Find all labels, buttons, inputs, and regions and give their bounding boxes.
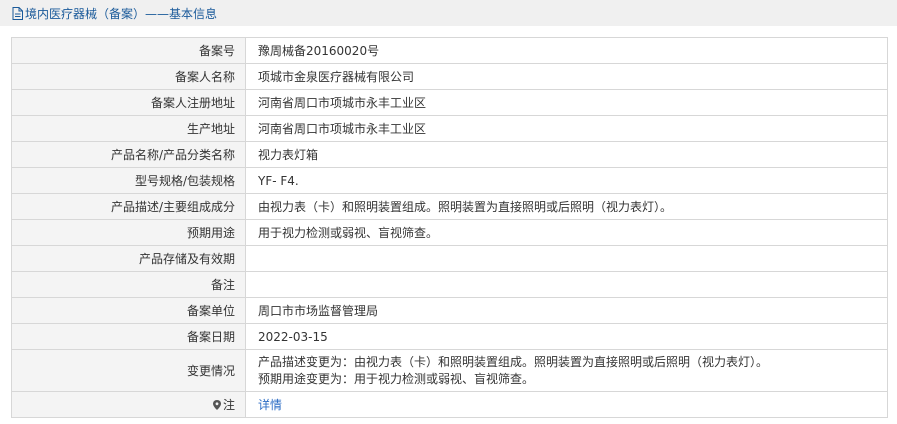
row-value: 豫周械备20160020号 bbox=[258, 44, 380, 58]
row-label: 产品描述/主要组成成分 bbox=[12, 194, 246, 219]
note-row: 注 详情 bbox=[12, 392, 887, 418]
info-table: 备案号 豫周械备20160020号 备案人名称 项城市金泉医疗器械有限公司 备案… bbox=[11, 37, 888, 418]
table-row: 备案人注册地址 河南省周口市项城市永丰工业区 bbox=[12, 90, 887, 116]
row-value bbox=[246, 246, 887, 271]
changes-line-description: 产品描述变更为：由视力表（卡）和照明装置组成。照明装置为直接照明或后照明（视力表… bbox=[258, 354, 769, 369]
row-label: 备案号 bbox=[12, 38, 246, 63]
changes-line-usage: 预期用途变更为：用于视力检测或弱视、盲视筛查。 bbox=[258, 371, 535, 386]
table-row: 产品描述/主要组成成分 由视力表（卡）和照明装置组成。照明装置为直接照明或后照明… bbox=[12, 194, 887, 220]
changes-label: 变更情况 bbox=[12, 350, 246, 391]
row-value: 周口市市场监督管理局 bbox=[258, 304, 379, 318]
changes-value: 产品描述变更为：由视力表（卡）和照明装置组成。照明装置为直接照明或后照明（视力表… bbox=[246, 350, 887, 391]
row-label: 备案人注册地址 bbox=[12, 90, 246, 115]
table-row: 型号规格/包装规格 YF- F4. bbox=[12, 168, 887, 194]
row-label: 生产地址 bbox=[12, 116, 246, 141]
page-title: 境内医疗器械（备案）——基本信息 bbox=[25, 6, 218, 21]
note-label: 注 bbox=[222, 398, 235, 412]
row-label: 备案人名称 bbox=[12, 64, 246, 89]
row-label: 备案单位 bbox=[12, 298, 246, 323]
row-label: 产品名称/产品分类名称 bbox=[12, 142, 246, 167]
row-value: 河南省周口市项城市永丰工业区 bbox=[258, 96, 427, 110]
row-value: 2022-03-15 bbox=[258, 329, 328, 344]
document-icon bbox=[12, 6, 23, 20]
row-value: YF- F4. bbox=[258, 173, 299, 188]
row-value: 用于视力检测或弱视、盲视筛查。 bbox=[258, 226, 439, 240]
note-label-cell: 注 bbox=[12, 392, 246, 417]
table-row: 备案号 豫周械备20160020号 bbox=[12, 38, 887, 64]
table-row: 生产地址 河南省周口市项城市永丰工业区 bbox=[12, 116, 887, 142]
changes-row: 变更情况 产品描述变更为：由视力表（卡）和照明装置组成。照明装置为直接照明或后照… bbox=[12, 350, 887, 392]
row-value: 项城市金泉医疗器械有限公司 bbox=[258, 70, 415, 84]
row-value: 河南省周口市项城市永丰工业区 bbox=[258, 122, 427, 136]
pin-icon bbox=[212, 399, 221, 410]
table-row: 产品存储及有效期 bbox=[12, 246, 887, 272]
row-label: 预期用途 bbox=[12, 220, 246, 245]
row-value: 由视力表（卡）和照明装置组成。照明装置为直接照明或后照明（视力表灯）。 bbox=[258, 200, 673, 214]
table-row: 备案单位 周口市市场监督管理局 bbox=[12, 298, 887, 324]
row-label: 备案日期 bbox=[12, 324, 246, 349]
row-label: 产品存储及有效期 bbox=[12, 246, 246, 271]
note-value: 详情 bbox=[246, 392, 887, 417]
table-row: 备注 bbox=[12, 272, 887, 298]
row-label: 型号规格/包装规格 bbox=[12, 168, 246, 193]
table-row: 预期用途 用于视力检测或弱视、盲视筛查。 bbox=[12, 220, 887, 246]
row-label: 备注 bbox=[12, 272, 246, 297]
table-row: 产品名称/产品分类名称 视力表灯箱 bbox=[12, 142, 887, 168]
table-row: 备案人名称 项城市金泉医疗器械有限公司 bbox=[12, 64, 887, 90]
table-row: 备案日期 2022-03-15 bbox=[12, 324, 887, 350]
row-value: 视力表灯箱 bbox=[258, 148, 319, 162]
page-header: 境内医疗器械（备案）——基本信息 bbox=[0, 0, 897, 26]
row-value bbox=[246, 272, 887, 297]
details-link[interactable]: 详情 bbox=[258, 396, 282, 413]
